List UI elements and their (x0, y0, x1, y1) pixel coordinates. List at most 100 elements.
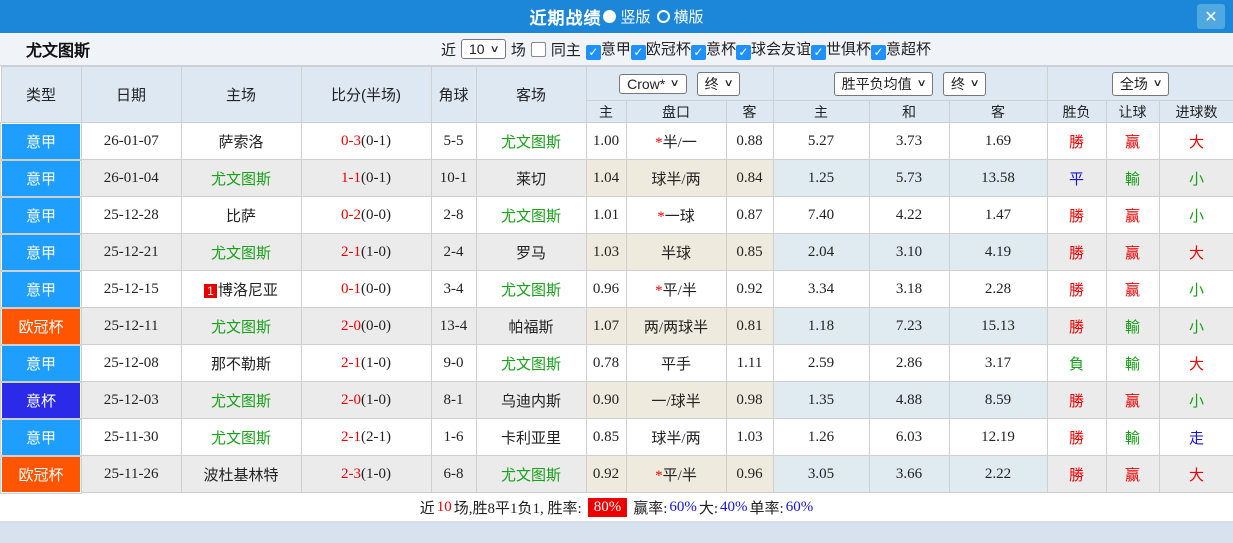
league-checkbox-1[interactable]: ✓ (630, 44, 646, 60)
handicap-result: 赢 (1105, 381, 1160, 419)
subheader-5: 客 (948, 100, 1048, 123)
handicap-line: 半球 (625, 233, 727, 271)
avg-draw-odds: 5.73 (868, 159, 950, 197)
filters: 近 10 ∨ 场 同主 ✓ 意甲 ✓ 欧冠杯 ✓ 意杯 ✓ 球会友谊 ✓ 世俱杯 ✓ 意超杯 (441, 38, 931, 60)
home-odds: 0.85 (585, 418, 627, 456)
chevron-down-icon: ∨ (1152, 78, 1163, 89)
away-team: 尤文图斯 (475, 455, 587, 493)
avg-time-select[interactable]: 终 ∨ (943, 71, 987, 96)
score-halftime: 2-3(1-0) (300, 455, 432, 493)
home-odds: 1.01 (585, 196, 627, 234)
league-checkbox-0[interactable]: ✓ (585, 44, 601, 60)
match-date: 25-11-26 (80, 455, 182, 493)
avg-time-value: 终 (951, 75, 965, 92)
home-odds: 0.78 (585, 344, 627, 382)
league-checkbox-4[interactable]: ✓ (810, 44, 826, 60)
scope-select[interactable]: 全场 ∨ (1111, 71, 1170, 96)
summary-text-1: 10 (436, 498, 452, 515)
league-label-2: 意杯 (705, 41, 736, 59)
odds-company-select[interactable]: Crow* ∨ (619, 73, 687, 94)
avg-away-odds: 4.19 (948, 233, 1048, 271)
corner-count: 9-0 (430, 344, 477, 382)
league-checkbox-5[interactable]: ✓ (870, 44, 886, 60)
winloss-result: 勝 (1046, 307, 1107, 345)
away-odds: 1.11 (725, 344, 774, 382)
filter-bar: 尤文图斯 近 10 ∨ 场 同主 ✓ 意甲 ✓ 欧冠杯 ✓ 意杯 ✓ 球会友谊 ✓ 世俱杯 ✓ 意超杯 (0, 33, 1233, 66)
table-row: 意甲 26-01-04 尤文图斯 1-1(0-1) 10-1 莱切 1.04 球半/两 0.84… (0, 158, 1233, 198)
odds-time-select[interactable]: 终 ∨ (696, 71, 740, 96)
summary-footer: 近 10 场,胜8平1负1, 胜率: 80% 赢率: 60% 大: 40% 单率: 60% (0, 494, 1233, 522)
avg-away-odds: 15.13 (948, 307, 1048, 345)
handicap-line: *平/半 (625, 270, 727, 308)
away-team: 尤文图斯 (475, 122, 587, 160)
win-rate-badge: 80% (587, 497, 628, 517)
league-filters: ✓ 意甲 ✓ 欧冠杯 ✓ 意杯 ✓ 球会友谊 ✓ 世俱杯 ✓ 意超杯 (585, 38, 931, 60)
handicap-result: 輸 (1105, 418, 1160, 456)
corner-count: 2-4 (430, 233, 477, 271)
corner-count: 8-1 (430, 381, 477, 419)
col-header-score: 比分(半场) (300, 66, 432, 123)
overunder-result: 小 (1158, 270, 1233, 308)
league-type-badge: 意杯 (0, 380, 82, 420)
avg-home-odds: 1.26 (772, 418, 870, 456)
home-team: 尤文图斯 (180, 159, 302, 197)
scope-group: 全场 ∨ (1046, 66, 1233, 101)
match-count-select[interactable]: 10 ∨ (460, 39, 506, 59)
col-header-type: 类型 (0, 66, 82, 123)
rank-badge: 1 (204, 283, 217, 298)
match-date: 26-01-04 (80, 159, 182, 197)
handicap-result: 赢 (1105, 233, 1160, 271)
radio-vertical-label: 竖版 (620, 9, 651, 26)
away-team: 卡利亚里 (475, 418, 587, 456)
col-header-away: 客场 (475, 66, 587, 123)
avg-odds-select[interactable]: 胜平负均值 ∨ (833, 71, 933, 96)
score-halftime: 2-1(1-0) (300, 344, 432, 382)
avg-home-odds: 7.40 (772, 196, 870, 234)
score-halftime: 0-3(0-1) (300, 122, 432, 160)
league-checkbox-2[interactable]: ✓ (690, 44, 706, 60)
score-halftime: 2-1(2-1) (300, 418, 432, 456)
radio-vertical-layout[interactable]: 竖版 (603, 6, 651, 27)
close-icon[interactable]: ✕ (1197, 4, 1225, 29)
table-row: 欧冠杯 25-12-11 尤文图斯 2-0(0-0) 13-4 帕福斯 1.07 两/两球半 0… (0, 306, 1233, 346)
same-home-checkbox[interactable] (530, 41, 546, 57)
radio-unselected-icon[interactable] (656, 10, 670, 23)
score-halftime: 2-1(1-0) (300, 233, 432, 271)
home-team: 尤文图斯 (180, 233, 302, 271)
handicap-result: 赢 (1105, 196, 1160, 234)
summary-text-0: 近 (419, 500, 435, 517)
home-team: 1 博洛尼亚 (180, 270, 302, 308)
chevron-down-icon: ∨ (489, 43, 500, 55)
radio-selected-icon[interactable] (603, 10, 617, 23)
home-odds: 0.96 (585, 270, 627, 308)
odds-time-value: 终 (704, 75, 719, 92)
layout-radio-group: 竖版 横版 (603, 6, 704, 27)
handicap-line: 球半/两 (625, 418, 727, 456)
winloss-result: 勝 (1046, 196, 1107, 234)
title-bar: 近期战绩 竖版 横版 ✕ (0, 0, 1233, 33)
home-team: 那不勒斯 (180, 344, 302, 382)
league-type-badge: 欧冠杯 (0, 306, 82, 346)
same-home-label: 同主 (550, 41, 581, 59)
handicap-line: *一球 (625, 196, 727, 234)
match-count-value: 10 (468, 41, 485, 57)
subheader-3: 主 (772, 100, 870, 123)
league-type-badge: 意甲 (0, 417, 82, 457)
home-team: 波杜基林特 (180, 455, 302, 493)
radio-horizontal-layout[interactable]: 横版 (656, 6, 704, 27)
away-team: 罗马 (475, 233, 587, 271)
subheader-2: 客 (725, 100, 774, 123)
home-team: 尤文图斯 (180, 307, 302, 345)
home-team: 尤文图斯 (180, 418, 302, 456)
overunder-result: 小 (1158, 196, 1233, 234)
summary-text-9: 60% (785, 498, 814, 515)
league-checkbox-3[interactable]: ✓ (735, 44, 751, 60)
winloss-result: 勝 (1046, 455, 1107, 493)
avg-draw-odds: 3.73 (868, 122, 950, 160)
corner-count: 3-4 (430, 270, 477, 308)
match-date: 25-12-21 (80, 233, 182, 271)
winloss-result: 負 (1046, 344, 1107, 382)
score-halftime: 0-2(0-0) (300, 196, 432, 234)
handicap-line: 两/两球半 (625, 307, 727, 345)
overunder-result: 大 (1158, 455, 1233, 493)
